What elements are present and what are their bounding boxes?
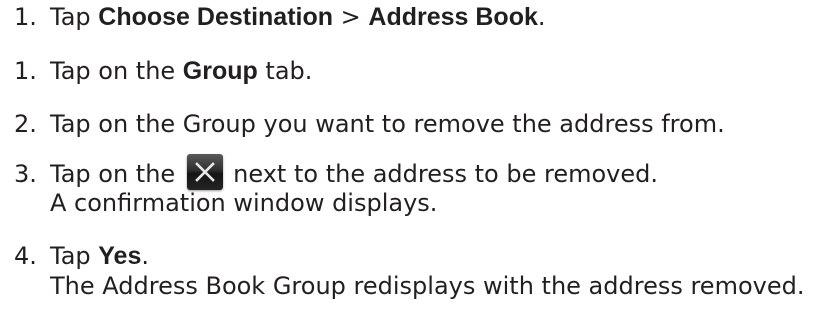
step-select-group: 2. Tap on the Group you want to remove th… [14, 110, 725, 138]
step-text: Tap Yes. [50, 242, 150, 270]
step-number: 2. [14, 110, 37, 138]
bold-term: Yes [98, 242, 142, 270]
close-x-icon [187, 154, 224, 190]
step-text: Tap Choose Destination > Address Book. [50, 3, 546, 31]
step-subtext: The Address Book Group redisplays with t… [50, 272, 805, 300]
step-text: Tap on the next to the address to be remo… [50, 154, 658, 190]
step-number: 3. [14, 160, 37, 188]
step-number: 1. [14, 3, 37, 31]
bold-term: Group [182, 57, 258, 85]
bold-term: Choose Destination [98, 3, 334, 31]
step-tap-yes: 4. Tap Yes. [14, 242, 149, 270]
step-text: Tap on the Group tab. [50, 57, 313, 85]
step-choose-destination: 1. Tap Choose Destination > Address Book. [14, 3, 546, 31]
step-number: 4. [14, 242, 37, 270]
step-subtext: A confirmation window displays. [50, 189, 438, 217]
step-group-tab: 1. Tap on the Group tab. [14, 57, 312, 85]
step-text: Tap on the Group you want to remove the … [50, 110, 725, 138]
bold-term: Address Book [368, 3, 538, 31]
step-tap-x: 3. Tap on the next to the address to be re… [14, 154, 658, 190]
instruction-steps: 1. Tap Choose Destination > Address Book.… [0, 0, 829, 309]
step-number: 1. [14, 57, 37, 85]
